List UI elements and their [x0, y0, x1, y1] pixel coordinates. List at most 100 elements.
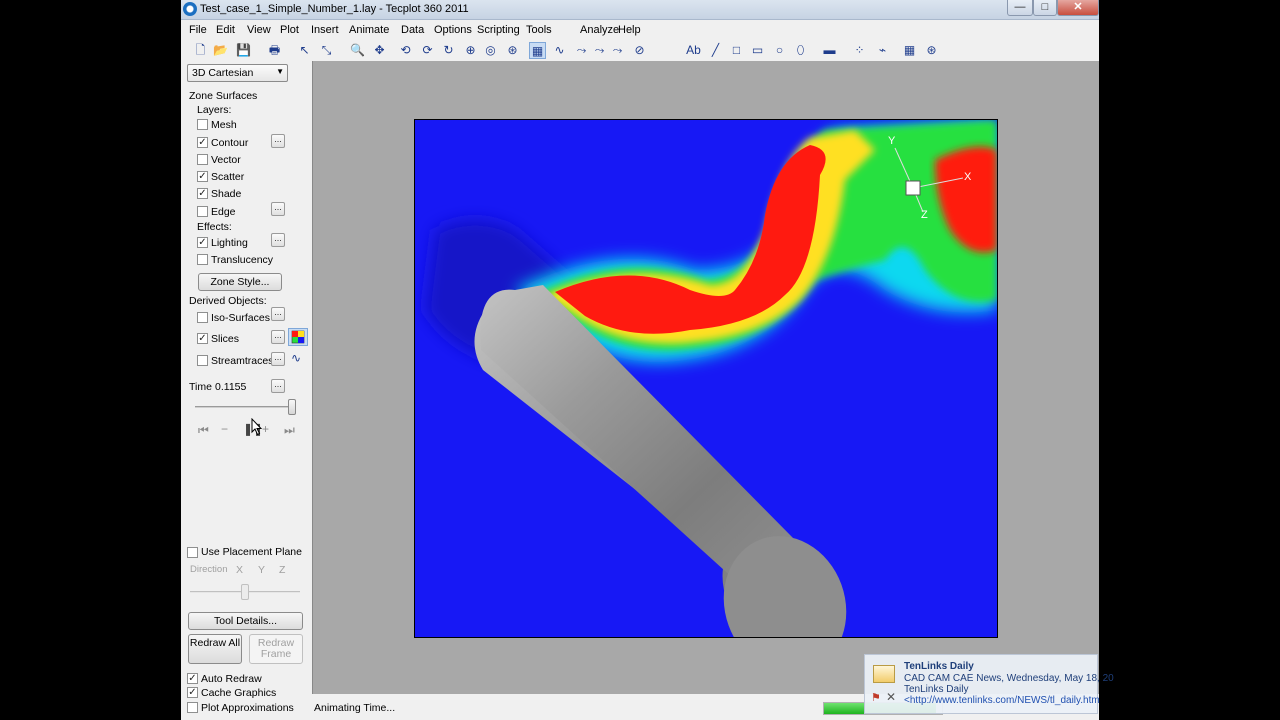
lighting-checkbox[interactable]: ✓ — [197, 237, 208, 248]
vector-checkbox[interactable] — [197, 154, 208, 165]
layers-heading: Layers: — [197, 104, 232, 116]
direction-x: X — [236, 564, 244, 576]
iso-surfaces-checkbox[interactable] — [197, 312, 208, 323]
menu-edit[interactable]: Edit — [216, 24, 235, 36]
streamtraces-details-button[interactable]: ... — [271, 352, 285, 366]
time-slider-track[interactable] — [195, 406, 295, 408]
menu-animate[interactable]: Animate — [349, 24, 389, 36]
streamtrace-icon[interactable]: ∿ — [291, 351, 301, 365]
notification-link[interactable]: <http://www.tenlinks.com/NEWS/tl_daily.h… — [904, 695, 1100, 706]
notification-source: TenLinks Daily — [904, 684, 969, 695]
contour-plot[interactable]: Y X Z — [415, 120, 997, 637]
time-details-button[interactable]: ... — [271, 379, 285, 393]
frame-icon[interactable]: ▬ — [821, 42, 838, 59]
mesh-checkbox[interactable] — [197, 119, 208, 130]
maximize-button[interactable]: □ — [1033, 0, 1057, 16]
menu-scripting[interactable]: Tools — [526, 24, 552, 36]
save-icon[interactable]: 💾 — [235, 42, 252, 59]
time-label: Time — [189, 381, 212, 393]
contour-details-button[interactable]: ... — [271, 134, 285, 148]
contour-line-icon[interactable]: ⤳ — [573, 42, 590, 59]
contour-add-icon[interactable]: ⤳ — [591, 42, 608, 59]
zoom-icon[interactable]: 🔍 — [349, 42, 366, 59]
scatter-checkbox[interactable]: ✓ — [197, 171, 208, 182]
rectangle-icon[interactable]: □ — [728, 42, 745, 59]
menu-tools[interactable]: Analyze — [580, 24, 619, 36]
step-forward-icon[interactable]: + — [262, 422, 269, 436]
lighting-label: Lighting — [211, 237, 248, 249]
tool-details-button[interactable]: Tool Details... — [188, 612, 303, 630]
square-icon[interactable]: ▭ — [749, 42, 766, 59]
adjustor-icon[interactable]: ⤡ — [318, 42, 335, 59]
minimize-button[interactable]: — — [1007, 0, 1033, 16]
cache-graphics-checkbox[interactable]: ✓ — [187, 687, 198, 698]
flag-icon[interactable]: ⚑ — [871, 691, 881, 704]
rss-notification-popup[interactable]: TenLinks Daily CAD CAM CAE News, Wednesd… — [864, 654, 1114, 714]
menu-frame[interactable]: Options — [434, 24, 472, 36]
polyline-connected-icon[interactable]: ⌁ — [874, 42, 891, 59]
rotate-x-icon[interactable]: ⟲ — [397, 42, 414, 59]
probe-icon[interactable]: ⊛ — [504, 42, 521, 59]
shade-checkbox[interactable]: ✓ — [197, 188, 208, 199]
slice-tool-icon[interactable] — [288, 328, 308, 346]
menu-plot[interactable]: Plot — [280, 24, 299, 36]
rotate-y-icon[interactable]: ⟳ — [419, 42, 436, 59]
new-file-icon[interactable]: 🗋 — [192, 42, 209, 59]
menu-file[interactable]: File — [189, 24, 207, 36]
mouse-cursor-icon — [251, 418, 263, 436]
zone-style-button[interactable]: Zone Style... — [198, 273, 282, 291]
translucency-checkbox[interactable] — [197, 254, 208, 265]
line-icon[interactable]: ╱ — [707, 42, 724, 59]
extract-icon[interactable]: ⊘ — [631, 42, 648, 59]
streamtraces-checkbox[interactable] — [197, 355, 208, 366]
slice-tool-icon[interactable]: ▦ — [529, 42, 546, 59]
close-button[interactable]: ✕ — [1057, 0, 1099, 16]
menu-data[interactable]: Data — [401, 24, 424, 36]
close-icon[interactable]: ✕ — [886, 690, 896, 704]
slices-label: Slices — [211, 333, 240, 345]
plot-approximations-checkbox[interactable] — [187, 702, 198, 713]
menu-view[interactable]: View — [247, 24, 271, 36]
time-slider-thumb[interactable] — [288, 399, 296, 415]
streamtrace-icon[interactable]: ∿ — [551, 42, 568, 59]
plot-frame[interactable]: Y X Z — [414, 119, 998, 638]
auto-redraw-checkbox[interactable]: ✓ — [187, 673, 198, 684]
polyline-points-icon[interactable]: ⁘ — [851, 42, 868, 59]
title-bar[interactable]: Test_case_1_Simple_Number_1.lay - Tecplo… — [181, 0, 1099, 20]
select-arrow-icon[interactable]: ↖ — [296, 42, 313, 59]
plot-type-dropdown[interactable]: 3D Cartesian ▼ — [187, 64, 288, 82]
menu-insert[interactable]: Insert — [311, 24, 339, 36]
notification-headline[interactable]: CAD CAM CAE News, Wednesday, May 18, 20 — [904, 673, 1114, 684]
iso-surfaces-details-button[interactable]: ... — [271, 307, 285, 321]
last-step-icon[interactable]: ⏭ — [284, 423, 295, 438]
tecplot-app-icon[interactable] — [183, 2, 197, 16]
edge-checkbox[interactable] — [197, 206, 208, 217]
first-step-icon[interactable]: ⏮ — [198, 423, 209, 438]
redraw-all-button[interactable]: Redraw All — [188, 634, 242, 664]
step-back-icon[interactable]: − — [221, 422, 228, 436]
translate-icon[interactable]: ✥ — [371, 42, 388, 59]
rotate-z-icon[interactable]: ↻ — [440, 42, 457, 59]
text-icon[interactable]: Ab — [685, 42, 702, 59]
ellipse-icon[interactable]: ⬯ — [792, 42, 809, 59]
grid-icon[interactable]: ▦ — [901, 42, 918, 59]
shade-label: Shade — [211, 188, 242, 200]
contour-checkbox[interactable]: ✓ — [197, 137, 208, 148]
polar-grid-icon[interactable]: ⊛ — [923, 42, 940, 59]
contour-remove-icon[interactable]: ⤳ — [609, 42, 626, 59]
print-icon[interactable]: 🖶 — [266, 42, 283, 59]
slices-details-button[interactable]: ... — [271, 330, 285, 344]
edge-details-button[interactable]: ... — [271, 202, 285, 216]
rotate-spherical-icon[interactable]: ⊕ — [462, 42, 479, 59]
placement-plane-checkbox[interactable] — [187, 547, 198, 558]
lighting-details-button[interactable]: ... — [271, 233, 285, 247]
rotate-rollerball-icon[interactable]: ◎ — [482, 42, 499, 59]
open-file-icon[interactable]: 📂 — [212, 42, 229, 59]
menu-options[interactable]: Scripting — [477, 24, 520, 36]
translucency-label: Translucency — [211, 254, 274, 266]
notification-title[interactable]: TenLinks Daily — [904, 661, 974, 672]
workspace[interactable]: Y X Z — [312, 61, 1099, 694]
menu-analyze[interactable]: Help — [618, 24, 641, 36]
circle-icon[interactable]: ○ — [771, 42, 788, 59]
slices-checkbox[interactable]: ✓ — [197, 333, 208, 344]
